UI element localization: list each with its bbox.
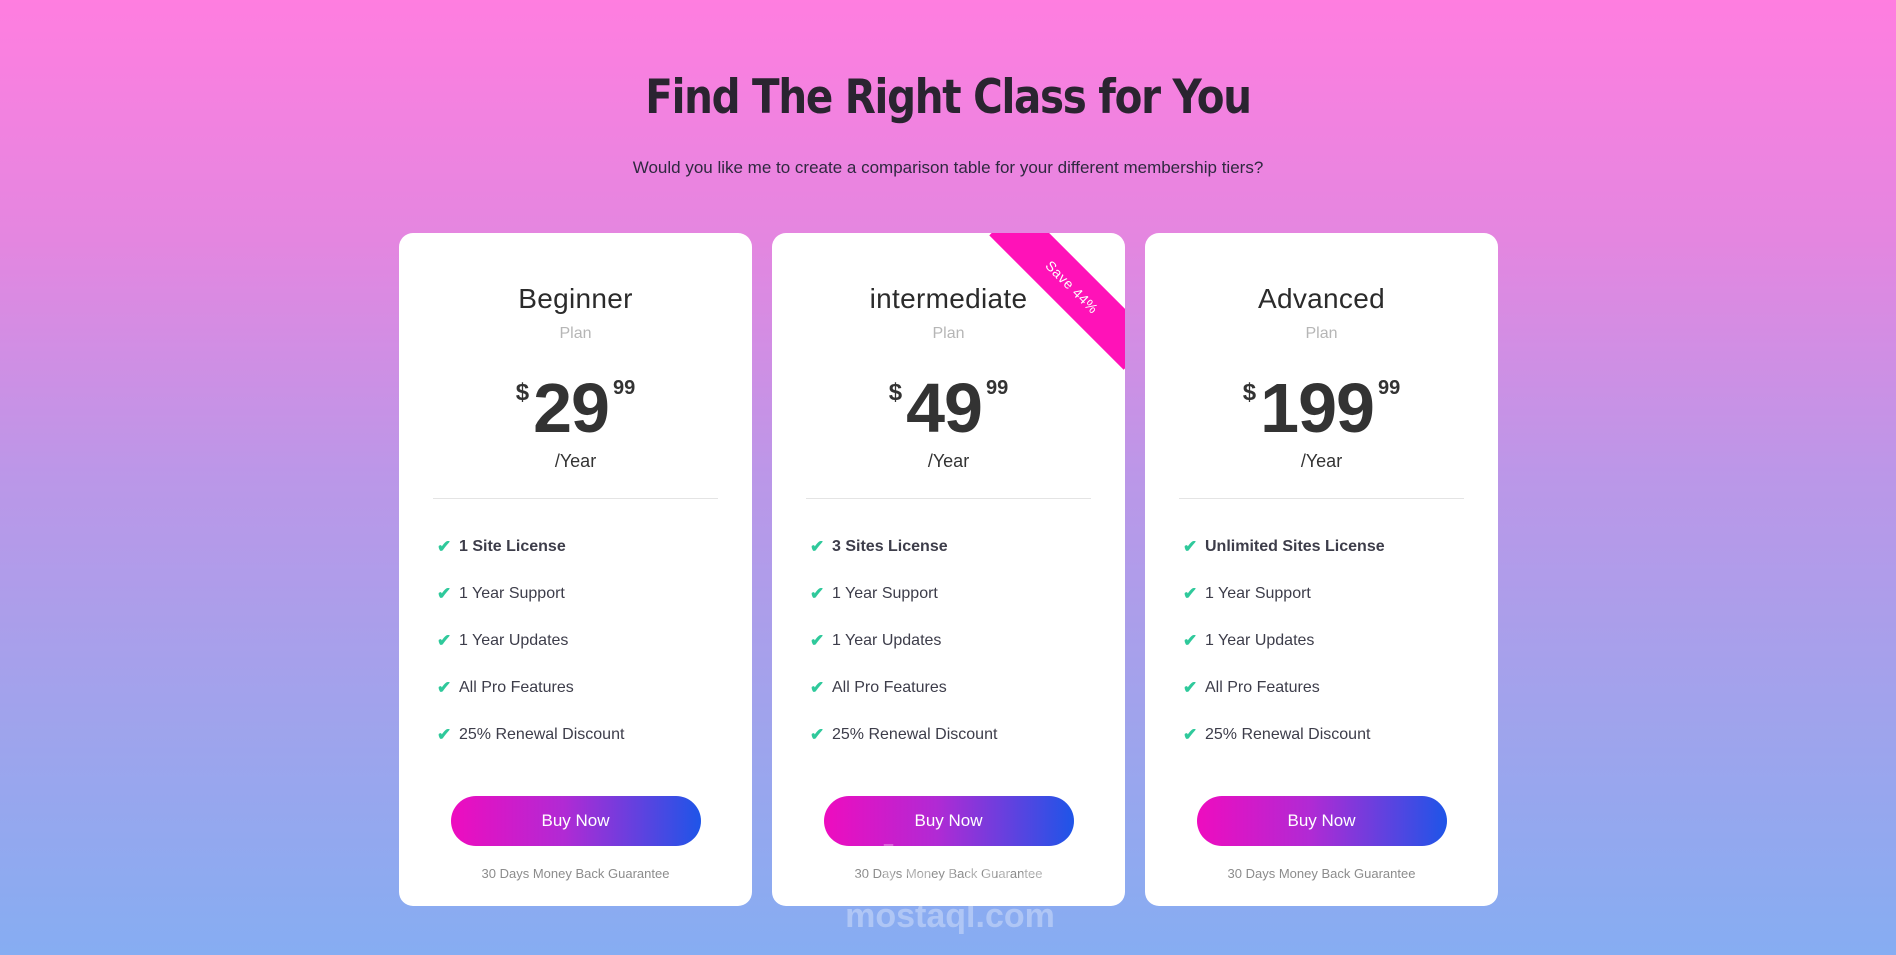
divider: [806, 498, 1091, 499]
price-period: /Year: [554, 451, 597, 471]
watermark-latin: mostaql.com: [845, 897, 1055, 935]
feature-label: All Pro Features: [459, 678, 574, 696]
feature-item: ✔ 25% Renewal Discount: [437, 711, 752, 758]
plan-name: Beginner: [518, 283, 633, 314]
currency-symbol: $: [1242, 379, 1257, 406]
price-cents: 99: [612, 377, 636, 399]
feature-item: ✔ 1 Year Support: [810, 570, 1125, 617]
check-icon: ✔: [437, 536, 452, 556]
check-icon: ✔: [1183, 630, 1198, 650]
check-icon: ✔: [1183, 724, 1198, 744]
feature-label: 1 Year Updates: [459, 631, 569, 649]
feature-label: 1 Year Support: [832, 584, 938, 602]
feature-label: 25% Renewal Discount: [459, 725, 625, 743]
money-back-guarantee: 30 Days Money Back Guarantee: [1227, 866, 1416, 881]
price-amount: 199: [1260, 369, 1375, 447]
check-icon: ✔: [437, 724, 452, 744]
feature-label: 25% Renewal Discount: [1205, 725, 1371, 743]
price-amount: 49: [906, 369, 983, 447]
feature-list: ✔ 3 Sites License ✔ 1 Year Support ✔ 1 Year…: [772, 523, 1125, 758]
feature-label: 1 Year Support: [459, 584, 565, 602]
feature-item: ✔ 1 Year Updates: [1183, 617, 1498, 664]
feature-item: ✔ 1 Year Updates: [810, 617, 1125, 664]
price-cents: 99: [1377, 377, 1401, 399]
feature-item: ✔ 1 Site License: [437, 523, 752, 570]
money-back-guarantee: 30 Days Money Back Guarantee: [481, 866, 670, 881]
feature-item: ✔ All Pro Features: [437, 664, 752, 711]
feature-item: ✔ 25% Renewal Discount: [1183, 711, 1498, 758]
feature-label: 1 Site License: [459, 537, 566, 555]
check-icon: ✔: [1183, 583, 1198, 603]
check-icon: ✔: [1183, 677, 1198, 697]
feature-label: 1 Year Updates: [832, 631, 942, 649]
watermark-arabic: مستقل: [851, 835, 1049, 898]
pricing-cards: Beginner Plan $ 29 99 /Year ✔ 1 Site Lice…: [399, 233, 1498, 906]
currency-symbol: $: [888, 379, 903, 406]
plan-subtitle: Plan: [559, 325, 592, 342]
check-icon: ✔: [1183, 536, 1198, 556]
feature-item: ✔ 1 Year Updates: [437, 617, 752, 664]
check-icon: ✔: [810, 724, 825, 744]
divider: [433, 498, 718, 499]
price-period: /Year: [1300, 451, 1343, 471]
plan-name: Advanced: [1258, 283, 1385, 314]
plan-card-beginner: Beginner Plan $ 29 99 /Year ✔ 1 Site Lice…: [399, 233, 752, 906]
feature-item: ✔ All Pro Features: [810, 664, 1125, 711]
check-icon: ✔: [437, 677, 452, 697]
plan-price: $ 199 99: [1145, 373, 1498, 443]
feature-label: Unlimited Sites License: [1205, 537, 1385, 555]
feature-item: ✔ 3 Sites License: [810, 523, 1125, 570]
check-icon: ✔: [437, 583, 452, 603]
plan-subtitle: Plan: [1305, 325, 1338, 342]
feature-label: All Pro Features: [1205, 678, 1320, 696]
plan-card-intermediate: Save 44% intermediate Plan $ 49 99 /Year…: [772, 233, 1125, 906]
feature-label: All Pro Features: [832, 678, 947, 696]
feature-item: ✔ All Pro Features: [1183, 664, 1498, 711]
feature-item: ✔ 1 Year Support: [437, 570, 752, 617]
feature-label: 3 Sites License: [832, 537, 948, 555]
check-icon: ✔: [437, 630, 452, 650]
plan-price: $ 29 99: [399, 373, 752, 443]
divider: [1179, 498, 1464, 499]
buy-now-button[interactable]: Buy Now: [450, 796, 701, 846]
feature-item: ✔ 1 Year Support: [1183, 570, 1498, 617]
price-amount: 29: [533, 369, 610, 447]
feature-list: ✔ 1 Site License ✔ 1 Year Support ✔ 1 Year …: [399, 523, 752, 758]
watermark-logo: مستقل mostaql.com: [830, 835, 1070, 933]
feature-item: ✔ Unlimited Sites License: [1183, 523, 1498, 570]
page-title: Find The Right Class for You: [645, 70, 1252, 125]
check-icon: ✔: [810, 583, 825, 603]
feature-label: 25% Renewal Discount: [832, 725, 998, 743]
plan-price: $ 49 99: [772, 373, 1125, 443]
feature-label: 1 Year Updates: [1205, 631, 1315, 649]
plan-card-advanced: Advanced Plan $ 199 99 /Year ✔ Unlimited …: [1145, 233, 1498, 906]
feature-list: ✔ Unlimited Sites License ✔ 1 Year Support…: [1145, 523, 1498, 758]
feature-item: ✔ 25% Renewal Discount: [810, 711, 1125, 758]
check-icon: ✔: [810, 536, 825, 556]
page-subtitle: Would you like me to create a comparison…: [632, 158, 1264, 177]
check-icon: ✔: [810, 630, 825, 650]
plan-subtitle: Plan: [932, 325, 965, 342]
price-cents: 99: [985, 377, 1009, 399]
check-icon: ✔: [810, 677, 825, 697]
feature-label: 1 Year Support: [1205, 584, 1311, 602]
buy-now-button[interactable]: Buy Now: [1196, 796, 1447, 846]
currency-symbol: $: [515, 379, 530, 406]
price-period: /Year: [927, 451, 970, 471]
